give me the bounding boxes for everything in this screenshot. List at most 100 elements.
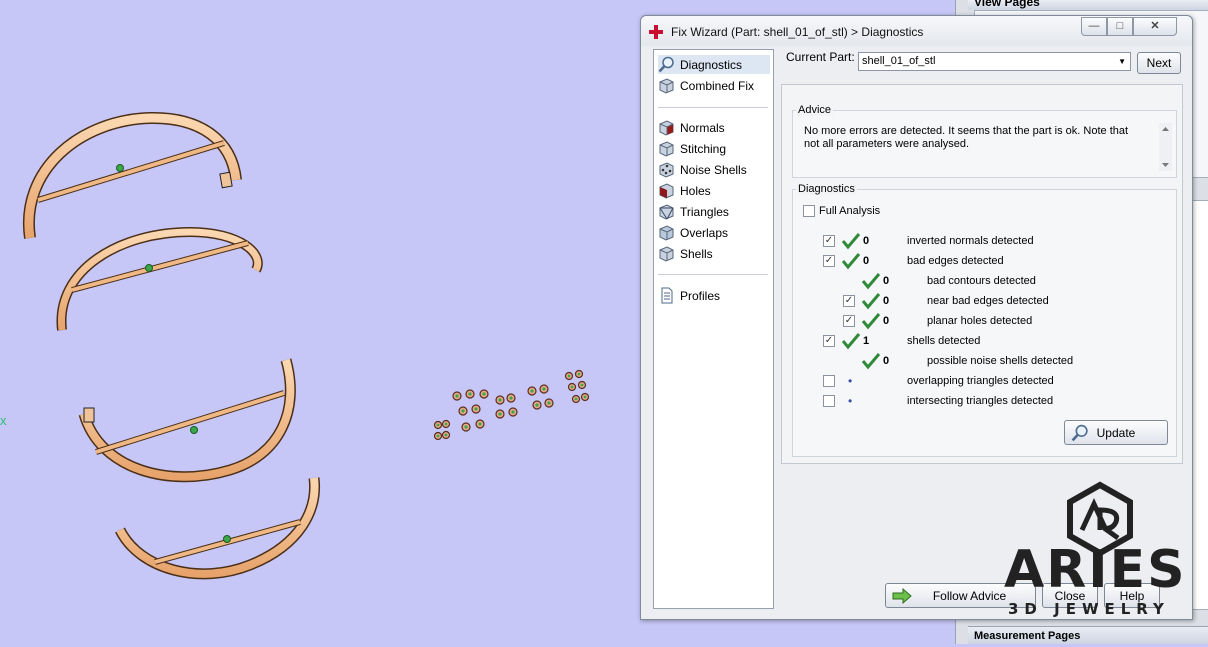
nav-item-holes[interactable]: Holes <box>658 181 770 200</box>
chevron-down-icon: ▼ <box>1118 57 1126 66</box>
row-status-dot: • <box>848 374 853 388</box>
ring-part-4[interactable] <box>115 477 321 580</box>
gem-cluster[interactable] <box>433 369 590 441</box>
row-count: 0 <box>883 275 890 287</box>
nav-item-stitching[interactable]: Stitching <box>658 139 770 158</box>
magnifier-icon <box>1071 424 1088 442</box>
row-checkbox[interactable]: ✓ <box>823 335 835 347</box>
maximize-button[interactable]: □ <box>1107 17 1133 36</box>
nav-label: Stitching <box>680 141 727 156</box>
fix-nav-panel: Diagnostics Combined Fix Normals Stitchi… <box>653 49 774 609</box>
diagnostics-title: Diagnostics <box>796 183 857 195</box>
nav-label: Diagnostics <box>680 57 743 72</box>
green-check-icon <box>861 273 881 290</box>
row-label: intersecting triangles detected <box>907 395 1054 407</box>
next-button[interactable]: Next <box>1137 52 1181 74</box>
advice-box: No more errors are detected. It seems th… <box>792 110 1177 178</box>
nav-label: Triangles <box>680 204 729 219</box>
green-check-icon <box>861 353 881 370</box>
cube-icon <box>659 225 674 241</box>
nav-separator <box>658 107 768 108</box>
view-pages-header[interactable]: View Pages <box>968 0 1208 10</box>
nav-label: Shells <box>680 246 713 261</box>
advice-text: No more errors are detected. It seems th… <box>804 125 1129 150</box>
row-count: 1 <box>863 335 870 347</box>
row-label: inverted normals detected <box>907 235 1034 247</box>
current-part-select[interactable]: shell_01_of_stl ▼ <box>858 52 1131 71</box>
ring-part-1[interactable] <box>22 111 242 239</box>
title-bar[interactable]: Fix Wizard (Part: shell_01_of_stl) > Dia… <box>641 16 1192 46</box>
diagnostics-frame: Advice No more errors are detected. It s… <box>781 84 1183 464</box>
ring-part-2[interactable] <box>56 226 263 331</box>
green-check-icon <box>841 233 861 250</box>
nav-item-triangles[interactable]: Triangles <box>658 202 770 221</box>
nav-label: Holes <box>680 183 711 198</box>
nav-item-noise-shells[interactable]: Noise Shells <box>658 160 770 179</box>
advice-scrollbar[interactable] <box>1159 123 1172 171</box>
row-label: bad contours detected <box>927 275 1036 287</box>
row-label: planar holes detected <box>927 315 1033 327</box>
row-count: 0 <box>883 295 890 307</box>
nav-label: Noise Shells <box>680 162 747 177</box>
row-count: 0 <box>883 355 890 367</box>
minimize-button[interactable]: — <box>1081 17 1107 36</box>
current-part-value: shell_01_of_stl <box>862 55 936 67</box>
row-count: 0 <box>883 315 890 327</box>
triangles-cube-icon <box>659 204 674 220</box>
advice-title: Advice <box>796 104 834 116</box>
update-button[interactable]: Update <box>1064 420 1168 445</box>
green-check-icon <box>841 333 861 350</box>
magnifier-icon <box>658 56 674 73</box>
green-check-icon <box>841 253 861 270</box>
follow-advice-label: Follow Advice <box>932 588 1007 603</box>
row-label: shells detected <box>907 335 981 347</box>
holes-cube-icon <box>659 183 674 199</box>
nav-item-diagnostics[interactable]: Diagnostics <box>658 55 770 74</box>
nav-item-overlaps[interactable]: Overlaps <box>658 223 770 242</box>
row-checkbox[interactable]: ✓ <box>823 255 835 267</box>
nav-item-profiles[interactable]: Profiles <box>658 286 770 305</box>
cube-icon <box>659 141 674 157</box>
row-checkbox[interactable]: ✓ <box>843 315 855 327</box>
nav-item-combined-fix[interactable]: Combined Fix <box>658 76 770 95</box>
row-label: possible noise shells detected <box>927 355 1074 367</box>
row-count: 0 <box>863 255 870 267</box>
measurement-pages-header[interactable]: Measurement Pages <box>968 626 1208 644</box>
row-checkbox[interactable]: ✓ <box>823 235 835 247</box>
nav-item-normals[interactable]: Normals <box>658 118 770 137</box>
axis-label: x <box>0 413 7 428</box>
update-label: Update <box>1096 425 1136 440</box>
diagnostics-box: Full Analysis ✓ 0 inverted normals detec… <box>792 189 1177 457</box>
green-check-icon <box>861 313 881 330</box>
nav-separator <box>658 274 768 275</box>
nav-label: Profiles <box>680 288 721 303</box>
nav-label: Combined Fix <box>680 78 755 93</box>
cube-icon <box>659 78 674 94</box>
row-status-dot: • <box>848 394 853 408</box>
cube-icon <box>659 246 674 262</box>
row-checkbox[interactable] <box>823 395 835 407</box>
red-cross-icon <box>649 25 663 39</box>
row-checkbox[interactable] <box>823 375 835 387</box>
noise-cube-icon <box>659 162 674 178</box>
window-title: Fix Wizard (Part: shell_01_of_stl) > Dia… <box>671 25 924 39</box>
full-analysis-label: Full Analysis <box>819 205 881 217</box>
row-count: 0 <box>863 235 870 247</box>
watermark-subtitle: 3D JEWELRY <box>1008 600 1170 618</box>
arrow-right-icon <box>892 588 912 604</box>
watermark-word: ARIES <box>1004 540 1187 600</box>
row-checkbox[interactable]: ✓ <box>843 295 855 307</box>
nav-label: Normals <box>680 120 725 135</box>
nav-label: Overlaps <box>680 225 729 240</box>
nav-item-shells[interactable]: Shells <box>658 244 770 263</box>
normals-cube-icon <box>659 120 674 136</box>
document-icon <box>661 287 673 304</box>
green-check-icon <box>861 293 881 310</box>
row-label: bad edges detected <box>907 255 1004 267</box>
current-part-label: Current Part: <box>786 50 855 64</box>
ring-part-3[interactable] <box>78 358 296 483</box>
row-label: overlapping triangles detected <box>907 375 1054 387</box>
close-window-button[interactable]: ✕ <box>1133 17 1177 36</box>
row-label: near bad edges detected <box>927 295 1049 307</box>
full-analysis-checkbox[interactable] <box>803 205 815 217</box>
